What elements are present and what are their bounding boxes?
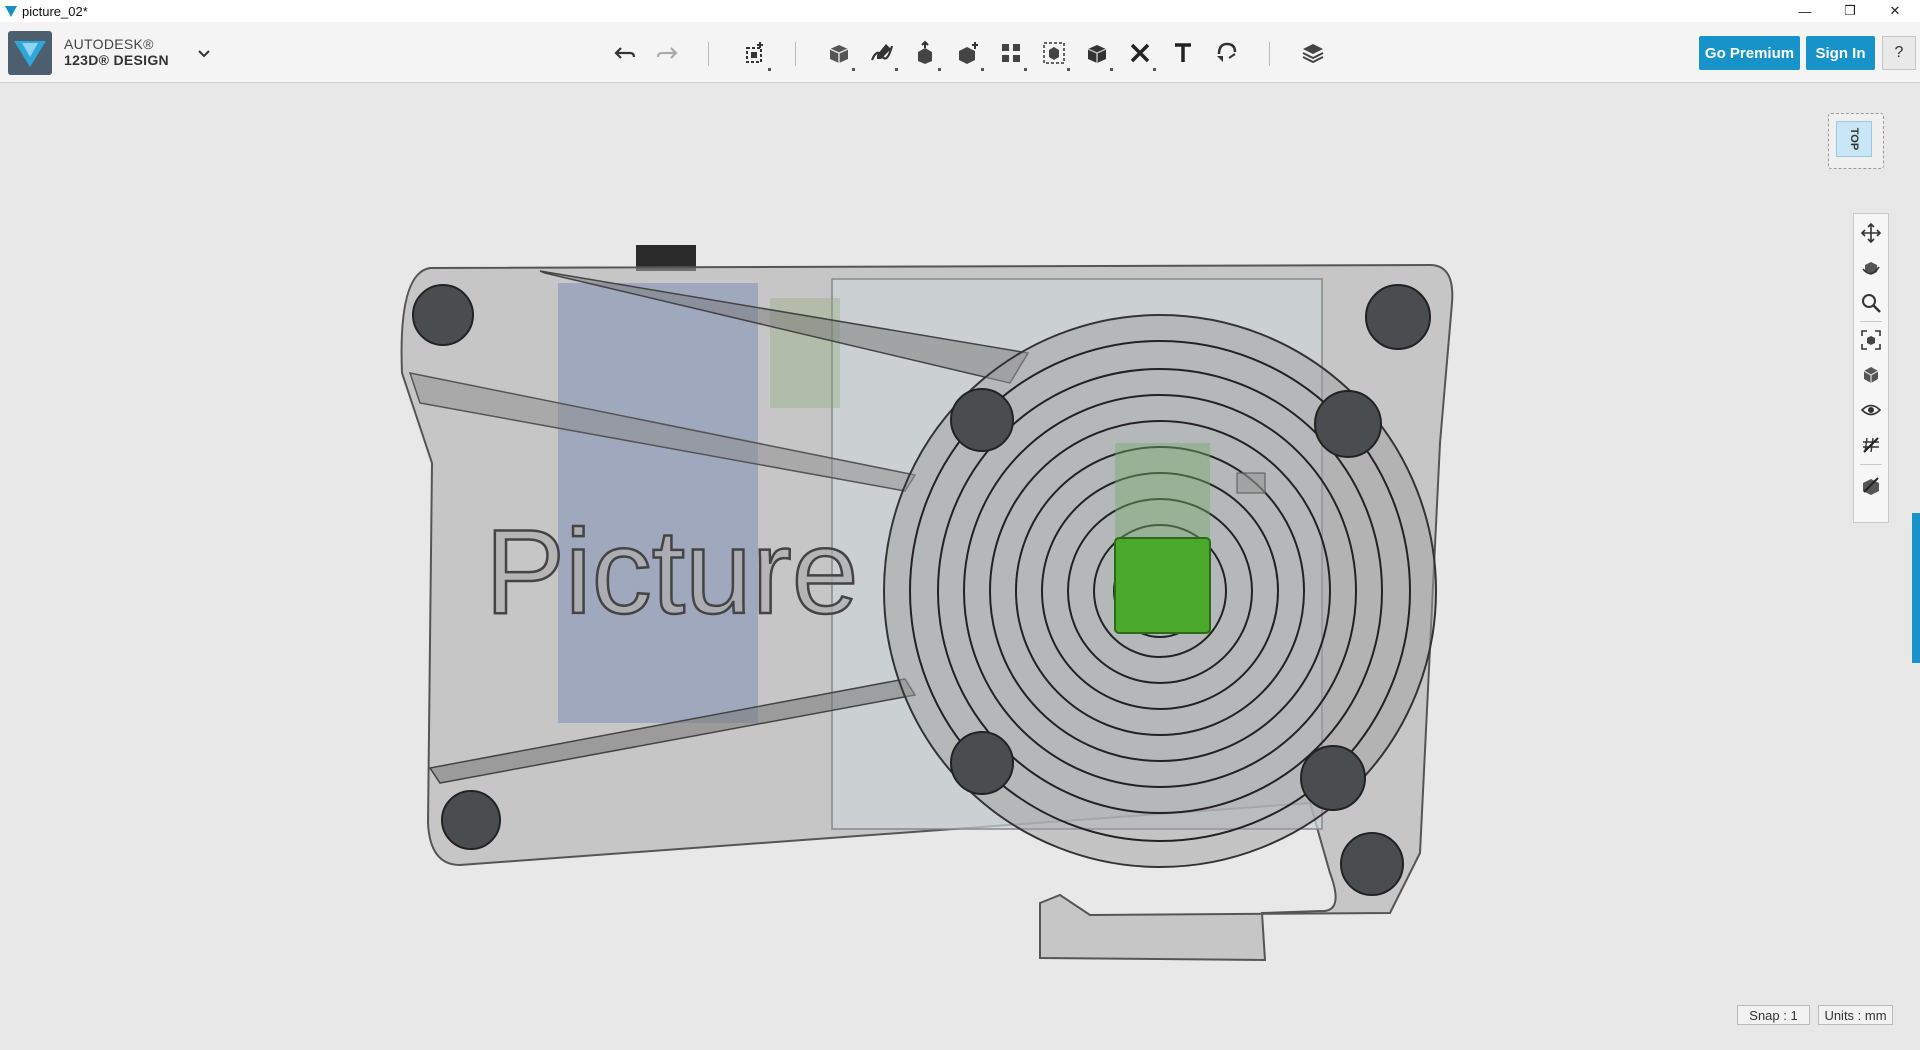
toolbar-separator [708, 42, 709, 66]
view-cube-top-face[interactable]: TOP [1836, 121, 1872, 157]
submenu-marker [895, 68, 898, 71]
materials-button[interactable] [1296, 36, 1330, 70]
modify-icon [959, 42, 978, 64]
group-button[interactable] [1037, 36, 1071, 71]
brand-line-2: 123D® DESIGN [64, 52, 169, 68]
transform-button[interactable] [738, 36, 772, 71]
view-cube[interactable]: TOP [1828, 113, 1884, 169]
window-title: picture_02* [22, 4, 88, 19]
sketch-icon [870, 44, 894, 61]
restore-button[interactable]: ❐ [1827, 0, 1873, 22]
main-toolbar: AUTODESK® 123D® DESIGN Go Premium Sign I… [0, 22, 1920, 83]
grid-icon [1863, 437, 1879, 453]
snap-button[interactable] [1209, 36, 1243, 70]
materials-visibility-button[interactable] [1858, 472, 1884, 498]
chevron-down-icon[interactable] [196, 46, 212, 60]
view-mode-button[interactable] [1858, 362, 1884, 388]
model-small-part [1236, 472, 1266, 494]
navbar-separator [1860, 464, 1882, 465]
3d-viewport[interactable]: Picture TOP Snap: 1 Units: mm [0, 83, 1920, 1050]
combine-button[interactable] [1080, 36, 1114, 71]
group-icon [1043, 42, 1065, 64]
fit-button[interactable] [1858, 327, 1884, 353]
materials-visibility-icon [1863, 477, 1879, 495]
measure-icon [1130, 43, 1150, 63]
sketch-button[interactable] [865, 36, 899, 71]
app-logo-icon [5, 6, 17, 17]
pan-icon [1860, 222, 1882, 244]
model-internal-part [558, 283, 758, 723]
submenu-marker [1024, 68, 1027, 71]
3d-model[interactable]: Picture [0, 83, 1920, 1050]
navbar-separator [1860, 321, 1882, 322]
side-panel-toggle[interactable] [1912, 513, 1920, 663]
transform-icon [746, 42, 763, 63]
snap-icon [1217, 42, 1237, 62]
view-cube-label: TOP [1847, 127, 1860, 151]
fit-icon [1861, 330, 1881, 350]
window-titlebar: picture_02* — ❐ ✕ [0, 0, 1920, 22]
grid-toggle-button[interactable] [1858, 432, 1884, 458]
snap-status[interactable]: Snap : 1 [1737, 1005, 1810, 1025]
construct-icon [918, 40, 932, 64]
minimize-button[interactable]: — [1782, 0, 1828, 22]
go-premium-button[interactable]: Go Premium [1699, 36, 1800, 70]
submenu-marker [1110, 68, 1113, 71]
text-button[interactable] [1166, 36, 1200, 70]
pattern-button[interactable] [994, 36, 1028, 71]
submenu-marker [768, 68, 771, 71]
model-sensor-highlight [1114, 537, 1211, 634]
navigation-bar [1853, 213, 1889, 523]
orbit-button[interactable] [1858, 255, 1884, 281]
undo-icon [614, 47, 636, 59]
model-engraved-text: Picture [485, 505, 858, 639]
redo-button[interactable] [650, 36, 684, 70]
units-status[interactable]: Units : mm [1818, 1005, 1893, 1025]
submenu-marker [1067, 68, 1070, 71]
submenu-marker [852, 68, 855, 71]
submenu-marker [981, 68, 984, 71]
text-icon [1175, 43, 1191, 62]
sign-in-button[interactable]: Sign In [1806, 36, 1875, 70]
toolbar-separator [1269, 42, 1270, 66]
redo-icon [656, 47, 678, 59]
brand-line-1: AUTODESK® [64, 36, 154, 52]
primitives-icon [829, 45, 849, 63]
pan-button[interactable] [1858, 220, 1884, 246]
help-button[interactable]: ? [1882, 36, 1916, 70]
close-window-button[interactable]: ✕ [1872, 0, 1918, 22]
visibility-icon [1860, 404, 1882, 416]
submenu-marker [1153, 68, 1156, 71]
submenu-marker [938, 68, 941, 71]
undo-button[interactable] [608, 36, 642, 70]
construct-button[interactable] [908, 36, 942, 71]
pattern-icon [1002, 44, 1020, 62]
primitives-button[interactable] [822, 36, 856, 71]
visibility-button[interactable] [1858, 397, 1884, 423]
combine-icon [1087, 45, 1107, 63]
materials-icon [1302, 44, 1324, 64]
autodesk-logo-icon[interactable] [8, 31, 52, 75]
measure-button[interactable] [1123, 36, 1157, 71]
toolbar-separator [795, 42, 796, 66]
zoom-icon [1862, 294, 1881, 313]
zoom-button[interactable] [1858, 290, 1884, 316]
orbit-icon [1862, 262, 1880, 275]
modify-button[interactable] [951, 36, 985, 71]
view-mode-icon [1863, 367, 1879, 383]
